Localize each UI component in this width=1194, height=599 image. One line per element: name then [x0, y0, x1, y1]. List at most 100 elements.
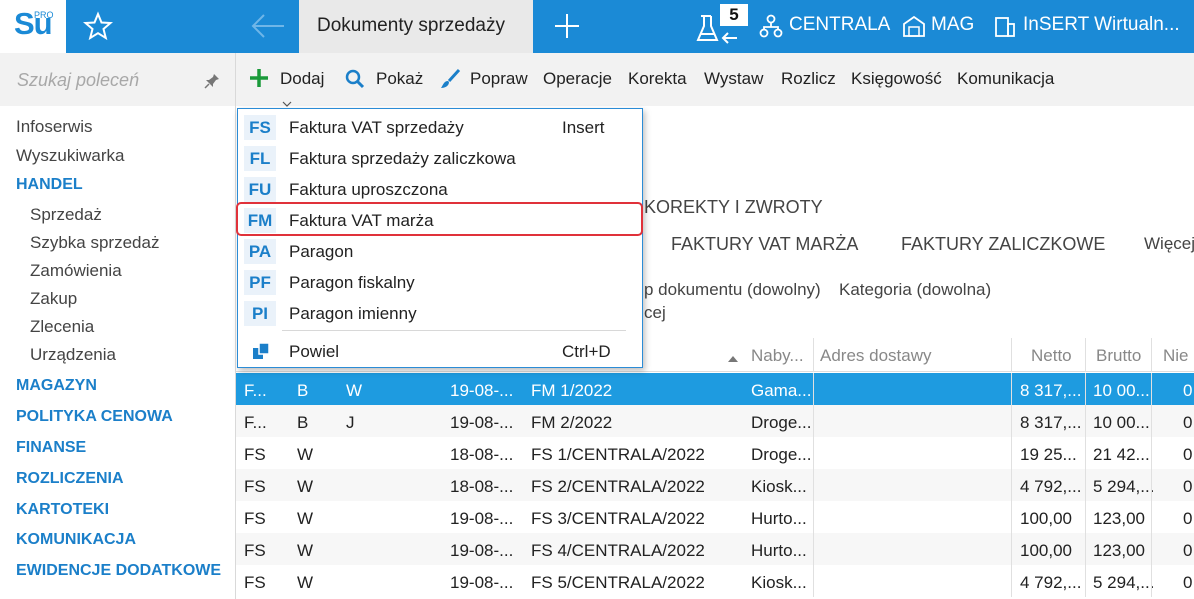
sidebar-item[interactable]: POLITYKA CENOWA [16, 408, 173, 426]
menu-item-fu[interactable]: FU Faktura uproszczona [238, 174, 642, 205]
sidebar-item[interactable]: Sprzedaż [30, 205, 102, 225]
ksiegowosc-menu[interactable]: Księgowość [851, 69, 942, 89]
sidebar-item[interactable]: FINANSE [16, 439, 86, 457]
sidebar-item[interactable]: Wyszukiwarka [16, 146, 124, 166]
menu-item-label: Faktura sprzedaży zaliczkowa [289, 149, 516, 168]
add-plus-icon[interactable] [249, 68, 269, 93]
sidebar-item[interactable]: Infoserwis [16, 117, 93, 137]
operacje-menu[interactable]: Operacje [543, 69, 612, 89]
cell-divider [1085, 565, 1086, 597]
wystaw-menu[interactable]: Wystaw [704, 69, 763, 89]
sidebar-item[interactable]: HANDEL [16, 176, 83, 194]
col-nabywca[interactable]: Naby... [751, 346, 804, 366]
cell-divider [813, 501, 814, 533]
menu-item-pa[interactable]: PA Paragon [238, 236, 642, 267]
search-placeholder: Szukaj poleceń [17, 70, 140, 90]
back-arrow-icon[interactable] [250, 12, 286, 40]
sidebar-item[interactable]: MAGAZYN [16, 377, 97, 395]
cell-brutto: 123,00 [1093, 509, 1145, 528]
table-row[interactable]: FS W 18-08-... FS 1/CENTRALA/2022 Droge... 19… [236, 437, 1194, 469]
col-adres[interactable]: Adres dostawy [820, 346, 932, 366]
pokaz-button[interactable]: Pokaż [376, 69, 423, 89]
komunikacja-menu[interactable]: Komunikacja [957, 69, 1054, 89]
cell-last: 0 [1183, 573, 1193, 592]
cell-divider [1085, 469, 1086, 501]
column-divider [1151, 338, 1152, 372]
cell-date: 19-08-... [450, 573, 514, 592]
tab-more[interactable]: Więcej [1144, 234, 1194, 254]
filter-document-type[interactable]: p dokumentu (dowolny) [644, 280, 821, 300]
add-dropdown-menu: FS Faktura VAT sprzedaży Insert FL Faktura s… [237, 108, 643, 368]
table-row[interactable]: F... B W 19-08-... FM 1/2022 Gama... 8 317,...… [236, 373, 1194, 405]
cell-last: 0 [1183, 445, 1193, 464]
doc-type-code: FU [244, 177, 276, 202]
table-row[interactable]: FS W 19-08-... FS 4/CENTRALA/2022 Hurto... 10… [236, 533, 1194, 565]
warehouse-icon [902, 15, 926, 42]
cell-date: 19-08-... [450, 413, 514, 432]
col-brutto[interactable]: Brutto [1096, 346, 1141, 366]
sort-asc-icon[interactable] [727, 350, 739, 368]
sidebar-item[interactable]: ROZLICZENIA [16, 470, 124, 488]
favorites-star-icon[interactable] [82, 11, 114, 41]
table-row[interactable]: FS W 19-08-... FS 3/CENTRALA/2022 Hurto... 10… [236, 501, 1194, 533]
col-netto[interactable]: Netto [1031, 346, 1072, 366]
new-tab-plus-icon[interactable] [553, 12, 581, 40]
cell-last: 0 [1183, 541, 1193, 560]
brush-icon[interactable] [439, 68, 461, 95]
tab-dokumenty-sprzedazy[interactable]: Dokumenty sprzedaży [299, 0, 533, 53]
table-row[interactable]: FS W 18-08-... FS 2/CENTRALA/2022 Kiosk... 4 … [236, 469, 1194, 501]
cell-divider [1085, 501, 1086, 533]
tab-faktury-vat-marza[interactable]: FAKTURY VAT MARŻA [671, 234, 858, 255]
menu-item-pi[interactable]: PI Paragon imienny [238, 298, 642, 329]
menu-item-powiel[interactable]: Powiel Ctrl+D [238, 336, 642, 367]
cell-num: FS 2/CENTRALA/2022 [531, 477, 705, 496]
popraw-button[interactable]: Popraw [470, 69, 528, 89]
sidebar-item[interactable]: Zamówienia [30, 261, 122, 281]
pin-icon[interactable] [204, 73, 220, 89]
menu-item-label: Faktura VAT sprzedaży [289, 118, 464, 137]
table-row[interactable]: F... B J 19-08-... FM 2/2022 Droge... 8 317,..… [236, 405, 1194, 437]
cell-last: 0 [1183, 413, 1193, 432]
sidebar-item[interactable]: Urządzenia [30, 345, 116, 365]
cell-buyer: Hurto... [751, 541, 807, 560]
filter-more[interactable]: cej [644, 303, 666, 323]
cell-c2: W [297, 573, 314, 592]
cell-divider [1151, 469, 1152, 501]
sidebar-item[interactable]: Szybka sprzedaż [30, 233, 159, 253]
command-search-input[interactable]: Szukaj poleceń [0, 53, 235, 106]
cell-netto: 100,00 [1020, 541, 1072, 560]
korekta-menu[interactable]: Korekta [628, 69, 687, 89]
table-row[interactable]: FS W 19-08-... FS 5/CENTRALA/2022 Kiosk... 4 … [236, 565, 1194, 597]
topbar-centrala[interactable]: CENTRALA [789, 14, 890, 36]
app-logo[interactable]: Su PRO [0, 0, 66, 53]
menu-item-fl[interactable]: FL Faktura sprzedaży zaliczkowa [238, 143, 642, 174]
dodaj-button[interactable]: Dodaj [280, 69, 324, 89]
tab-faktury-zaliczkowe[interactable]: FAKTURY ZALICZKOWE [901, 234, 1105, 255]
topbar-company[interactable]: InSERT Wirtualn... [1023, 14, 1180, 36]
filter-category[interactable]: Kategoria (dowolna) [839, 280, 991, 300]
cell-divider [1085, 405, 1086, 437]
cell-divider [813, 373, 814, 405]
sidebar-item[interactable]: KARTOTEKI [16, 501, 109, 519]
sidebar-item[interactable]: EWIDENCJE DODATKOWE [16, 562, 221, 580]
cell-c1: FS [244, 509, 266, 528]
sidebar-item[interactable]: Zakup [30, 289, 77, 309]
menu-item-fs[interactable]: FS Faktura VAT sprzedaży Insert [238, 112, 642, 143]
col-nie[interactable]: Nie [1163, 346, 1189, 366]
cell-date: 18-08-... [450, 445, 514, 464]
org-tree-icon [759, 14, 783, 43]
duplicate-icon [253, 342, 270, 359]
cell-num: FS 3/CENTRALA/2022 [531, 509, 705, 528]
rozlicz-menu[interactable]: Rozlicz [781, 69, 836, 89]
doc-type-code: PA [244, 239, 276, 264]
sidebar-item[interactable]: Zlecenia [30, 317, 94, 337]
cell-last: 0 [1183, 509, 1193, 528]
topbar-mag[interactable]: MAG [931, 14, 974, 36]
cell-date: 19-08-... [450, 509, 514, 528]
search-icon[interactable] [345, 69, 365, 94]
cell-num: FS 4/CENTRALA/2022 [531, 541, 705, 560]
section-title[interactable]: KOREKTY I ZWROTY [644, 197, 823, 218]
menu-item-pf[interactable]: PF Paragon fiskalny [238, 267, 642, 298]
sidebar-item[interactable]: KOMUNIKACJA [16, 531, 136, 549]
tab-title: Dokumenty sprzedaży [317, 15, 505, 36]
